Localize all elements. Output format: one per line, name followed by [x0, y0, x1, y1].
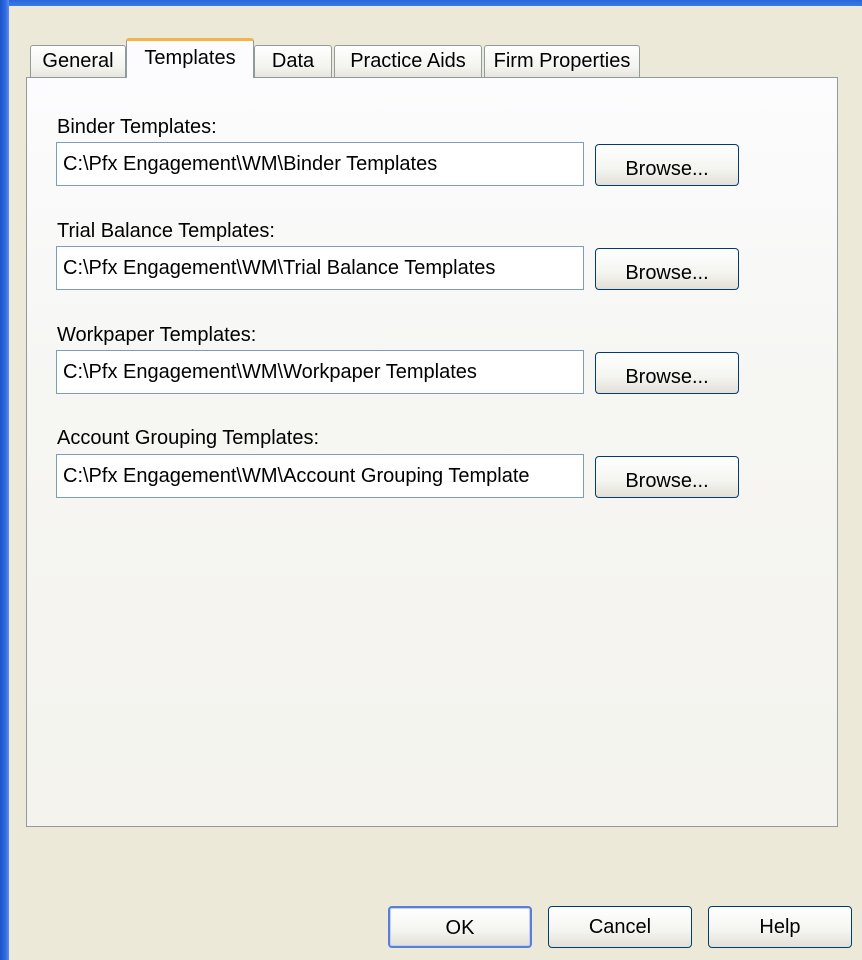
workpaper-browse-button[interactable]: Browse... — [595, 352, 739, 394]
tab-data[interactable]: Data — [254, 45, 332, 77]
trial-balance-templates-path-input[interactable] — [56, 246, 584, 290]
workpaper-templates-path-input[interactable] — [56, 350, 584, 394]
trial-balance-browse-button[interactable]: Browse... — [595, 248, 739, 290]
tab-practice-aids-label: Practice Aids — [350, 50, 466, 72]
trial-balance-templates-label: Trial Balance Templates: — [57, 220, 275, 242]
tab-templates-label: Templates — [144, 47, 236, 69]
account-grouping-browse-button[interactable]: Browse... — [595, 456, 739, 498]
tab-data-label: Data — [271, 50, 315, 72]
binder-templates-label: Binder Templates: — [57, 116, 217, 138]
templates-panel: Binder Templates: Browse... Trial Balanc… — [26, 77, 838, 827]
cancel-button[interactable]: Cancel — [548, 906, 692, 948]
tab-general-label: General — [42, 50, 114, 72]
tab-firm-properties-label: Firm Properties — [493, 50, 631, 72]
tab-firm-properties[interactable]: Firm Properties — [484, 45, 640, 77]
binder-browse-button[interactable]: Browse... — [595, 144, 739, 186]
options-dialog: General Templates Data Practice Aids Fir… — [0, 0, 862, 960]
help-button[interactable]: Help — [708, 906, 852, 948]
tab-general[interactable]: General — [30, 45, 126, 77]
account-grouping-templates-path-input[interactable] — [56, 454, 584, 498]
tab-practice-aids[interactable]: Practice Aids — [334, 45, 482, 77]
binder-templates-path-input[interactable] — [56, 142, 584, 186]
window-title-bar — [0, 0, 862, 6]
tab-templates[interactable]: Templates — [126, 38, 254, 78]
account-grouping-templates-label: Account Grouping Templates: — [57, 427, 320, 449]
workpaper-templates-label: Workpaper Templates: — [57, 324, 257, 346]
ok-button[interactable]: OK — [388, 906, 532, 948]
window-frame-left — [0, 0, 9, 960]
